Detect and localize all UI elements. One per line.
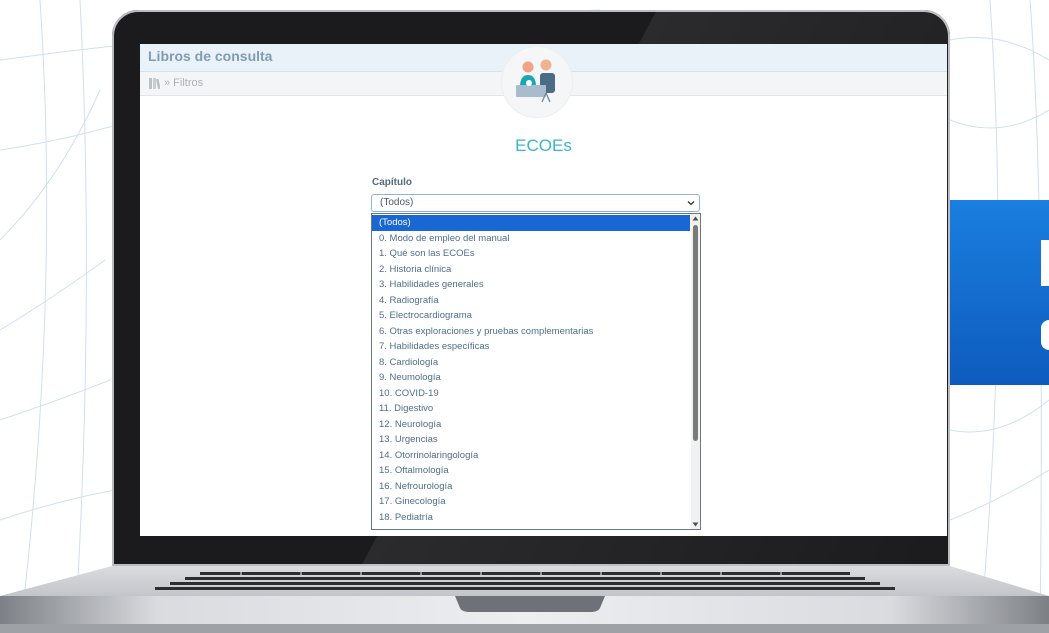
- chapter-label: Capítulo: [372, 177, 412, 188]
- app-title: Libros de consulta: [148, 48, 273, 64]
- breadcrumb-filtros[interactable]: » Filtros: [164, 77, 203, 89]
- chapter-option[interactable]: 9. Neumología: [372, 370, 690, 386]
- laptop-base: [0, 566, 1049, 633]
- chapter-option[interactable]: 4. Radiografía: [372, 293, 690, 309]
- chapter-option[interactable]: 1. Qué son las ECOEs: [372, 246, 690, 262]
- promo-glyph-bar: [1041, 240, 1049, 286]
- book-icon[interactable]: [149, 78, 160, 89]
- chapter-select[interactable]: (Todos): [371, 194, 700, 212]
- chapter-option[interactable]: 15. Oftalmología: [372, 463, 690, 479]
- chapter-option[interactable]: 5. Electrocardiograma: [372, 308, 690, 324]
- promo-panel: [945, 200, 1049, 385]
- chapter-option[interactable]: 0. Modo de empleo del manual: [372, 231, 690, 247]
- chapter-dropdown-list[interactable]: (Todos) 0. Modo de empleo del manual 1. …: [371, 213, 701, 530]
- chevron-down-icon[interactable]: [687, 199, 695, 207]
- chapter-option[interactable]: 16. Nefrourología: [372, 479, 690, 495]
- chapter-select-value: (Todos): [380, 197, 414, 208]
- consultation-illustration-icon: [516, 59, 555, 103]
- laptop-screen: Libros de consulta » Filtros ECOEs Capít…: [140, 44, 947, 536]
- chapter-option[interactable]: 12. Neurología: [372, 417, 690, 433]
- chapter-option[interactable]: 3. Habilidades generales: [372, 277, 690, 293]
- chapter-option[interactable]: 13. Urgencias: [372, 432, 690, 448]
- scroll-down-arrow-icon[interactable]: [692, 521, 699, 528]
- chapter-option[interactable]: 10. COVID-19: [372, 386, 690, 402]
- avatar: [501, 46, 573, 118]
- chapter-option[interactable]: 14. Otorrinolaringología: [372, 448, 690, 464]
- page-title: ECOEs: [515, 136, 572, 155]
- promo-glyph-arc: [1041, 320, 1049, 350]
- scroll-up-arrow-icon[interactable]: [692, 215, 699, 222]
- chapter-option[interactable]: 7. Habilidades específicas: [372, 339, 690, 355]
- chapter-option[interactable]: 11. Digestivo: [372, 401, 690, 417]
- scrollbar-thumb[interactable]: [693, 225, 698, 441]
- chapter-option[interactable]: (Todos): [372, 215, 690, 231]
- chapter-option[interactable]: 8. Cardiología: [372, 355, 690, 371]
- chapter-option[interactable]: 6. Otras exploraciones y pruebas complem…: [372, 324, 690, 340]
- chapter-option[interactable]: 2. Historia clínica: [372, 262, 690, 278]
- dropdown-scrollbar[interactable]: [691, 214, 700, 529]
- chapter-option[interactable]: 18. Pediatría: [372, 510, 690, 526]
- chapter-option[interactable]: 17. Ginecología: [372, 494, 690, 510]
